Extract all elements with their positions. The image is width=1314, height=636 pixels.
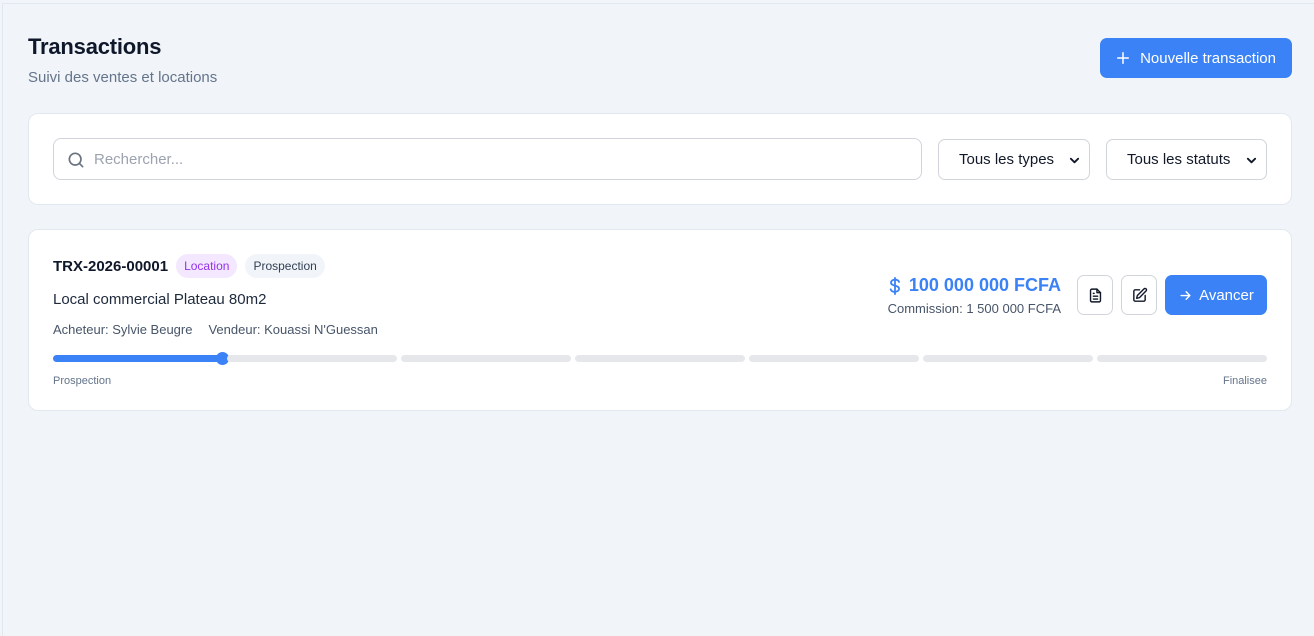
chevron-down-icon: [1069, 157, 1080, 164]
transaction-header-row: TRX-2026-00001 Location Prospection: [53, 254, 325, 278]
edit-button[interactable]: [1121, 275, 1157, 315]
amount-block: 100 000 000 FCFA Commission: 1 500 000 F…: [887, 275, 1061, 316]
type-filter-value: Tous les types: [959, 151, 1055, 168]
dollar-icon: [889, 276, 900, 295]
stage-segment: [923, 355, 1093, 362]
search-input[interactable]: [94, 139, 913, 179]
seller-name: Vendeur: Kouassi N'Guessan: [208, 322, 378, 337]
transaction-amount: 100 000 000 FCFA: [887, 275, 1061, 296]
type-filter-select[interactable]: Tous les types: [938, 139, 1090, 180]
new-transaction-label: Nouvelle transaction: [1140, 49, 1276, 67]
document-icon: [1089, 287, 1101, 303]
status-filter-select[interactable]: Tous les statuts: [1106, 139, 1267, 180]
stage-segment: [53, 352, 229, 365]
buyer-name: Acheteur: Sylvie Beugre: [53, 322, 193, 337]
advance-label: Avancer: [1199, 286, 1254, 304]
plus-icon: [1117, 52, 1130, 64]
stage-segment: [1097, 355, 1267, 362]
transactions-page: Transactions Suivi des ventes et locatio…: [2, 3, 1314, 636]
search-icon: [68, 152, 84, 168]
page-header: Transactions Suivi des ventes et locatio…: [28, 34, 1292, 90]
type-badge: Location: [176, 254, 238, 278]
stage-start-label: Prospection: [53, 375, 112, 387]
arrow-right-icon: [1180, 290, 1191, 300]
commission-value: Commission: 1 500 000 FCFA: [887, 301, 1061, 316]
parties-row: Acheteur: Sylvie Beugre Vendeur: Kouassi…: [53, 322, 378, 337]
status-badge: Prospection: [245, 254, 325, 278]
stage-end-label: Finalisee: [1222, 375, 1267, 387]
chevron-down-icon: [1246, 157, 1257, 164]
new-transaction-button[interactable]: Nouvelle transaction: [1100, 38, 1292, 78]
transaction-reference: TRX-2026-00001: [53, 257, 169, 275]
edit-icon: [1132, 287, 1147, 302]
document-button[interactable]: [1077, 275, 1113, 315]
stage-progress-bar: [53, 352, 1267, 365]
search-box[interactable]: [53, 138, 922, 180]
property-title: Local commercial Plateau 80m2: [53, 291, 267, 308]
advance-button[interactable]: Avancer: [1165, 275, 1267, 315]
transaction-card: TRX-2026-00001 Location Prospection Loca…: [28, 229, 1292, 411]
stage-segment: [575, 355, 745, 362]
filters-panel: Tous les types Tous les statuts: [28, 113, 1292, 205]
stage-segment: [227, 355, 397, 362]
amount-value: 100 000 000 FCFA: [908, 275, 1061, 295]
status-filter-value: Tous les statuts: [1127, 151, 1231, 168]
stage-segment: [749, 355, 919, 362]
stage-segment: [401, 355, 571, 362]
